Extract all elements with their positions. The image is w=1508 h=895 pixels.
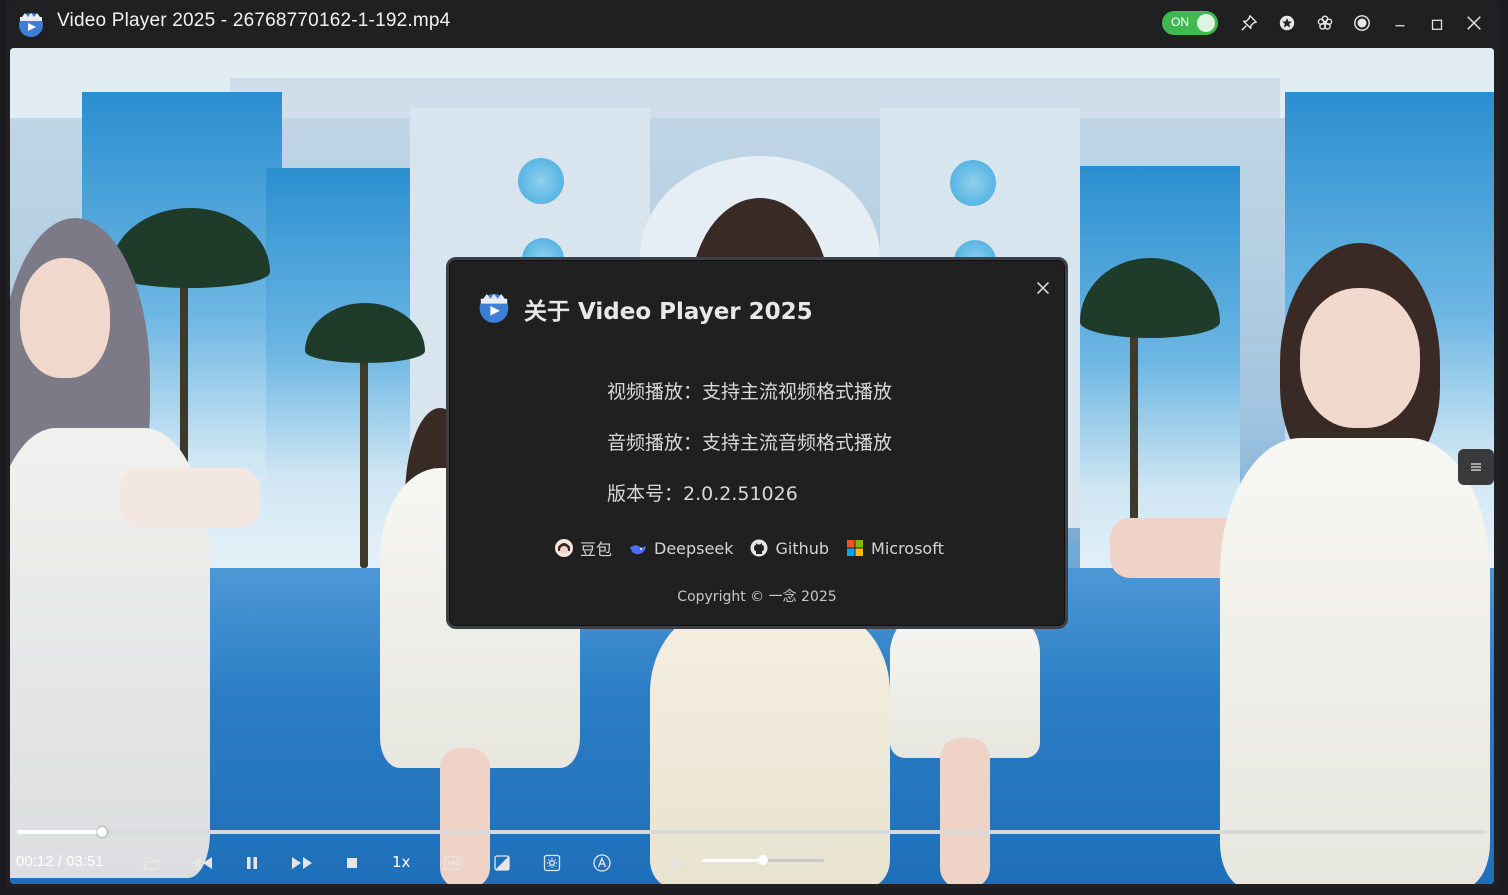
picture-adjust-icon [494, 855, 510, 871]
title-bar: Video Player 2025 - 26768770162-1-192.mp… [6, 0, 1500, 46]
fullscreen-button[interactable] [1461, 850, 1487, 876]
volume-handle[interactable] [758, 855, 768, 865]
stop-icon [347, 858, 357, 868]
dialog-title: 关于 Video Player 2025 [524, 299, 813, 325]
theme-button[interactable] [1314, 12, 1336, 34]
settings-icon [543, 854, 561, 872]
close-icon [1036, 281, 1050, 295]
doubao-icon [555, 539, 573, 557]
deepseek-label: Deepseek [654, 538, 734, 558]
minimize-icon [1395, 25, 1405, 27]
record-button[interactable] [1351, 12, 1373, 34]
round-window [518, 158, 564, 204]
deepseek-link[interactable]: Deepseek [628, 538, 733, 558]
next-track-button[interactable] [439, 850, 465, 876]
mute-button[interactable] [664, 850, 690, 876]
audio-support-line: 音频播放：支持主流音频格式播放 [607, 432, 893, 454]
maximize-icon [1431, 19, 1443, 30]
fast-forward-button[interactable] [289, 850, 315, 876]
pin-icon [1241, 15, 1257, 31]
doubao-label: 豆包 [580, 540, 613, 559]
microsoft-label: Microsoft [871, 538, 944, 558]
subtitle-button[interactable] [589, 850, 615, 876]
pause-button[interactable] [239, 850, 265, 876]
open-folder-icon [143, 857, 161, 870]
doubao-link[interactable]: 豆包 [554, 536, 612, 560]
window-title: Video Player 2025 - 26768770162-1-192.mp… [57, 10, 451, 31]
flower-icon [1317, 15, 1333, 30]
rewind-button[interactable] [189, 850, 215, 876]
deepseek-icon [630, 545, 647, 555]
total-time: 03:51 [66, 853, 104, 870]
toggle-knob [1197, 14, 1215, 32]
face [1300, 288, 1420, 428]
progress-fill [17, 830, 103, 834]
palm-tree [360, 348, 368, 568]
picture-adjust-button[interactable] [489, 850, 515, 876]
dress [650, 608, 890, 884]
playlist-menu-button[interactable] [1458, 449, 1494, 485]
fullscreen-icon [1466, 855, 1482, 871]
favorite-button[interactable] [1276, 12, 1298, 34]
menu-icon [1471, 463, 1481, 471]
minimize-button[interactable] [1389, 12, 1411, 34]
dialog-close-button[interactable] [1032, 277, 1054, 299]
face [20, 258, 110, 378]
maximize-button[interactable] [1426, 12, 1448, 34]
pause-icon [247, 857, 257, 869]
microsoft-link[interactable]: Microsoft [845, 538, 944, 558]
playback-speed[interactable]: 1x [392, 853, 410, 871]
on-toggle[interactable]: ON [1162, 11, 1218, 35]
toggle-label: ON [1171, 15, 1189, 29]
star-icon [1279, 15, 1295, 31]
microsoft-icon [847, 540, 864, 556]
pin-button[interactable] [1238, 12, 1260, 34]
progress-bar[interactable] [17, 827, 1487, 837]
settings-button[interactable] [539, 850, 565, 876]
volume-fill [702, 859, 763, 862]
github-icon [750, 539, 768, 557]
about-dialog: 关于 Video Player 2025 视频播放：支持主流视频格式播放 音频播… [446, 257, 1068, 629]
current-time: 00:12 [16, 853, 54, 870]
skip-next-icon [443, 855, 461, 871]
mute-icon [670, 857, 685, 869]
app-window: Video Player 2025 - 26768770162-1-192.mp… [6, 0, 1500, 888]
video-support-line: 视频播放：支持主流视频格式播放 [607, 381, 893, 403]
stop-button[interactable] [339, 850, 365, 876]
app-logo-icon [479, 294, 509, 323]
dress [890, 608, 1040, 758]
copyright-text: Copyright © 一念 2025 [677, 589, 837, 605]
dress [1220, 438, 1490, 884]
github-link[interactable]: Github [749, 538, 829, 558]
arm [120, 468, 260, 528]
github-label: Github [775, 538, 830, 558]
round-window [950, 160, 996, 206]
app-logo-icon [19, 13, 43, 37]
time-display: 00:12 / 03:51 [16, 853, 104, 870]
close-button[interactable] [1463, 12, 1485, 34]
record-icon [1354, 15, 1370, 31]
subtitle-icon [593, 854, 611, 872]
control-bar: 00:12 / 03:51 1x [6, 848, 1500, 878]
close-icon [1467, 16, 1481, 30]
ceiling-beam [230, 78, 1280, 118]
open-file-button[interactable] [139, 850, 165, 876]
volume-slider[interactable] [702, 855, 824, 865]
link-row: 豆包 Deepseek Github Microsoft [554, 536, 960, 560]
fast-forward-icon [292, 857, 312, 869]
version-line: 版本号：2.0.2.51026 [607, 483, 798, 505]
rewind-icon [192, 857, 212, 869]
time-separator: / [57, 853, 62, 870]
